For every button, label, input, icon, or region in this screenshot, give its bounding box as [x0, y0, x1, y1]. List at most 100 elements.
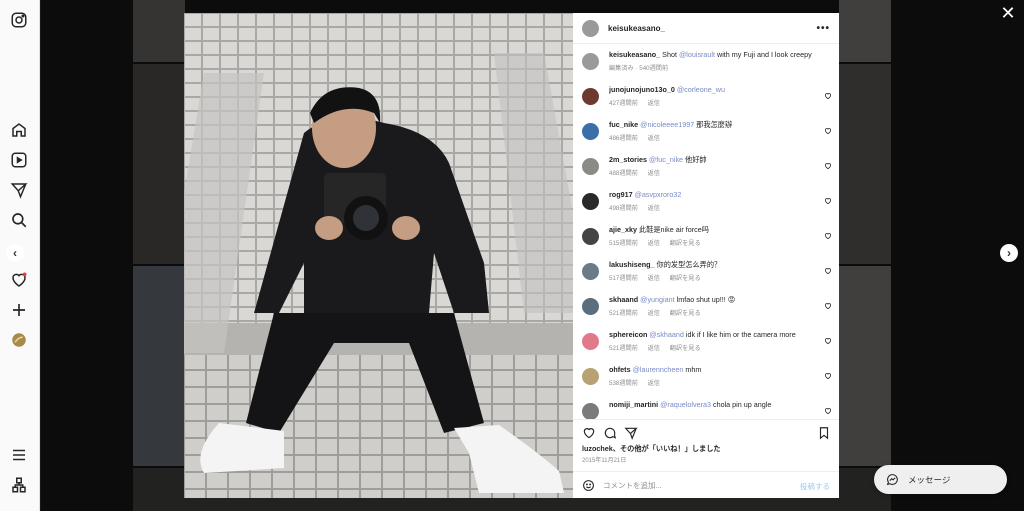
- comment-time[interactable]: 517週間前: [609, 275, 638, 282]
- comment-body: 你的发型怎么弄的？: [656, 260, 722, 269]
- comment-mention[interactable]: @asvpxroro32: [635, 190, 682, 199]
- reels-icon[interactable]: [10, 151, 28, 169]
- comment-time[interactable]: 521週間前: [609, 345, 638, 352]
- comment-body: 那我怎麼辦: [696, 120, 733, 129]
- close-icon[interactable]: ✕: [1000, 4, 1016, 22]
- meta-apps-icon[interactable]: [10, 476, 28, 494]
- comment-row: nomiji_martini @raquelolvera3 chola pin …: [573, 395, 839, 420]
- instagram-logo-icon[interactable]: [10, 11, 28, 29]
- comment-mention[interactable]: @raquelolvera3: [660, 400, 711, 409]
- reply-link[interactable]: 返信: [648, 345, 660, 352]
- save-bookmark-icon[interactable]: [817, 426, 831, 440]
- comment-like-heart-icon[interactable]: [824, 162, 832, 170]
- commenter-username[interactable]: nomiji_martini: [609, 400, 658, 409]
- comments-list[interactable]: keisukeasano_ Shot @louisrault with my F…: [573, 45, 839, 420]
- see-translation-link[interactable]: 翻訳を見る: [670, 240, 701, 247]
- comment-mention[interactable]: @nicoleeee1997: [640, 120, 694, 129]
- comment-time[interactable]: 427週間前: [609, 100, 638, 107]
- caption-author-avatar[interactable]: [582, 53, 599, 70]
- commenter-username[interactable]: ohfets: [609, 365, 631, 374]
- comment-meta: 498週間前 返信: [609, 203, 676, 212]
- notifications-heart-icon[interactable]: [10, 271, 28, 289]
- comment-bubble-icon[interactable]: [603, 426, 617, 440]
- commenter-avatar[interactable]: [582, 158, 599, 175]
- reply-link[interactable]: 返信: [648, 100, 660, 107]
- search-icon[interactable]: [10, 211, 28, 229]
- create-plus-icon[interactable]: [10, 301, 28, 319]
- comment-mention[interactable]: @laurenncheen: [633, 365, 684, 374]
- comment-mention[interactable]: @corleone_wu: [677, 85, 725, 94]
- commenter-username[interactable]: rog917: [609, 190, 633, 199]
- see-translation-link[interactable]: 翻訳を見る: [670, 310, 701, 317]
- comment-row: ohfets @laurenncheen mhm 538週間前 返信: [573, 360, 839, 395]
- comment-time[interactable]: 521週間前: [609, 310, 638, 317]
- caption-mention[interactable]: @louisrault: [679, 50, 715, 59]
- reply-link[interactable]: 返信: [648, 240, 660, 247]
- commenter-avatar[interactable]: [582, 298, 599, 315]
- comment-like-heart-icon[interactable]: [824, 232, 832, 240]
- profile-avatar-icon[interactable]: [10, 331, 28, 349]
- messages-button[interactable]: メッセージ: [874, 465, 1007, 494]
- comment-like-heart-icon[interactable]: [824, 267, 832, 275]
- reply-link[interactable]: 返信: [648, 310, 660, 317]
- comment-time[interactable]: 515週間前: [609, 240, 638, 247]
- comment-like-heart-icon[interactable]: [824, 372, 832, 380]
- next-post-arrow-icon[interactable]: ›: [1000, 244, 1018, 262]
- comment-time[interactable]: 488週間前: [609, 170, 638, 177]
- post-comment-button[interactable]: 投稿する: [800, 481, 830, 492]
- share-icon[interactable]: [624, 426, 638, 440]
- commenter-username[interactable]: sphereicon: [609, 330, 647, 339]
- messenger-icon: [886, 474, 898, 486]
- more-options-icon[interactable]: •••: [816, 23, 830, 34]
- comment-time[interactable]: 486週間前: [609, 135, 638, 142]
- commenter-avatar[interactable]: [582, 123, 599, 140]
- commenter-username[interactable]: ajie_xky: [609, 225, 637, 234]
- comment-text: nomiji_martini @raquelolvera3 chola pin …: [609, 400, 821, 410]
- commenter-avatar[interactable]: [582, 333, 599, 350]
- comment-mention[interactable]: @yungiant: [640, 295, 674, 304]
- reply-link[interactable]: 返信: [648, 275, 660, 282]
- previous-post-arrow-icon[interactable]: ‹: [6, 244, 24, 262]
- comment-row: skhaand @yungiant lmfao shut up!!! 😡 521…: [573, 290, 839, 325]
- comment-like-heart-icon[interactable]: [824, 337, 832, 345]
- like-heart-icon[interactable]: [582, 426, 596, 440]
- comment-time[interactable]: 538週間前: [609, 380, 638, 387]
- reply-link[interactable]: 返信: [648, 170, 660, 177]
- direct-icon[interactable]: [10, 181, 28, 199]
- post-photo[interactable]: [184, 13, 573, 498]
- reply-link[interactable]: 返信: [648, 135, 660, 142]
- author-avatar[interactable]: [582, 19, 599, 37]
- comment-like-heart-icon[interactable]: [824, 127, 832, 135]
- comment-like-heart-icon[interactable]: [824, 407, 832, 415]
- home-icon[interactable]: [10, 121, 28, 139]
- commenter-avatar[interactable]: [582, 88, 599, 105]
- author-username[interactable]: keisukeasano_: [608, 24, 816, 33]
- likes-text[interactable]: 、その他が「いいね！」しました: [613, 444, 721, 453]
- comment-like-heart-icon[interactable]: [824, 92, 832, 100]
- caption-username[interactable]: keisukeasano_: [609, 50, 660, 59]
- comment-like-heart-icon[interactable]: [824, 302, 832, 310]
- commenter-avatar[interactable]: [582, 228, 599, 245]
- reply-link[interactable]: 返信: [648, 380, 660, 387]
- likes-user[interactable]: luzochek: [582, 444, 613, 453]
- comment-input[interactable]: [603, 478, 783, 492]
- emoji-icon[interactable]: [582, 479, 595, 492]
- commenter-avatar[interactable]: [582, 403, 599, 420]
- commenter-username[interactable]: 2m_stories: [609, 155, 647, 164]
- commenter-avatar[interactable]: [582, 193, 599, 210]
- comment-mention[interactable]: @skhaand: [649, 330, 683, 339]
- comment-row: sphereicon @skhaand idk if I like him or…: [573, 325, 839, 360]
- comment-mention[interactable]: @fuc_nike: [649, 155, 683, 164]
- comment-time[interactable]: 498週間前: [609, 205, 638, 212]
- commenter-username[interactable]: skhaand: [609, 295, 638, 304]
- see-translation-link[interactable]: 翻訳を見る: [670, 345, 701, 352]
- commenter-avatar[interactable]: [582, 368, 599, 385]
- commenter-username[interactable]: junojunojuno13o_0: [609, 85, 675, 94]
- commenter-username[interactable]: fuc_nike: [609, 120, 638, 129]
- see-translation-link[interactable]: 翻訳を見る: [670, 275, 701, 282]
- comment-like-heart-icon[interactable]: [824, 197, 832, 205]
- commenter-username[interactable]: lakushiseng_: [609, 260, 655, 269]
- reply-link[interactable]: 返信: [648, 205, 660, 212]
- menu-icon[interactable]: [10, 446, 28, 464]
- commenter-avatar[interactable]: [582, 263, 599, 280]
